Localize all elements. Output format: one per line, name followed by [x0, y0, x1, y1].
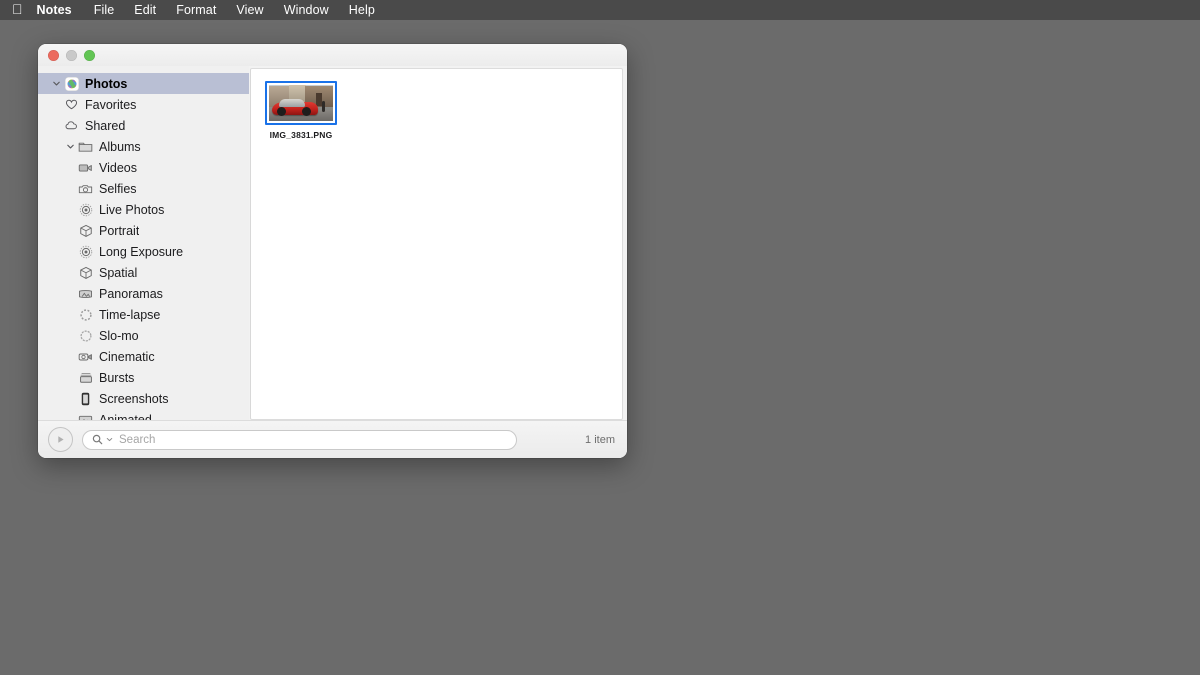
sidebar[interactable]: Photos Favorites Shared Albums Videos Se…	[38, 66, 249, 420]
cube-icon	[77, 224, 94, 238]
sidebar-item-label: Portrait	[99, 223, 140, 238]
sidebar-item-photos[interactable]: Photos	[38, 73, 249, 94]
menu-item-window[interactable]: Window	[284, 3, 329, 17]
chevron-down-icon[interactable]	[63, 142, 77, 151]
photos-picker-window: Photos Favorites Shared Albums Videos Se…	[38, 44, 627, 458]
window-titlebar[interactable]	[38, 44, 627, 66]
chevron-down-icon[interactable]	[49, 79, 63, 88]
sidebar-item-albums[interactable]: Albums	[38, 136, 249, 157]
timelapse-icon	[77, 308, 94, 322]
video-camera-icon	[77, 162, 94, 174]
sidebar-item-label: Animated	[99, 412, 152, 421]
sidebar-item-long-exposure[interactable]: Long Exposure	[38, 241, 249, 262]
apple-logo-icon[interactable]: 	[12, 2, 23, 16]
folder-icon	[77, 141, 94, 153]
window-body: Photos Favorites Shared Albums Videos Se…	[38, 66, 627, 420]
animated-icon	[77, 414, 94, 420]
search-input[interactable]: Search	[82, 429, 517, 450]
menu-bar:  Notes File Edit Format View Window Hel…	[0, 0, 1200, 20]
maximize-button[interactable]	[84, 49, 95, 61]
sidebar-item-spatial[interactable]: Spatial	[38, 262, 249, 283]
play-button-icon[interactable]	[48, 427, 73, 452]
menu-item-format[interactable]: Format	[176, 3, 216, 17]
menu-item-view[interactable]: View	[236, 3, 263, 17]
sidebar-item-favorites[interactable]: Favorites	[38, 94, 249, 115]
sidebar-item-panoramas[interactable]: Panoramas	[38, 283, 249, 304]
search-placeholder: Search	[119, 433, 156, 446]
sidebar-item-label: Bursts	[99, 370, 135, 385]
sidebar-item-label: Screenshots	[99, 391, 169, 406]
photos-app-icon	[63, 76, 80, 91]
panorama-icon	[77, 288, 94, 300]
sidebar-item-portrait[interactable]: Portrait	[38, 220, 249, 241]
cinematic-icon	[77, 351, 94, 363]
file-name-label: IMG_3831.PNG	[269, 130, 333, 140]
chevron-down-icon[interactable]	[106, 436, 113, 443]
menu-item-edit[interactable]: Edit	[134, 3, 156, 17]
sidebar-item-shared[interactable]: Shared	[38, 115, 249, 136]
cube-icon	[77, 266, 94, 280]
file-item[interactable]: IMG_3831.PNG	[259, 81, 343, 140]
menu-item-help[interactable]: Help	[349, 3, 375, 17]
sidebar-item-label: Videos	[99, 160, 137, 175]
file-thumbnail-selected[interactable]	[265, 81, 337, 125]
sidebar-item-label: Slo-mo	[99, 328, 139, 343]
sidebar-item-live-photos[interactable]: Live Photos	[38, 199, 249, 220]
search-magnifier-icon	[92, 434, 103, 445]
sidebar-item-label: Albums	[99, 139, 141, 154]
sidebar-item-label: Cinematic	[99, 349, 155, 364]
live-photo-icon	[77, 203, 94, 217]
menu-item-notes[interactable]: Notes	[37, 3, 72, 17]
menu-item-file[interactable]: File	[94, 3, 115, 17]
photo-thumbnail-image	[269, 85, 333, 121]
sidebar-item-time-lapse[interactable]: Time-lapse	[38, 304, 249, 325]
minimize-button[interactable]	[66, 49, 77, 61]
sidebar-item-label: Long Exposure	[99, 244, 184, 259]
bursts-icon	[77, 371, 94, 384]
sidebar-item-label: Panoramas	[99, 286, 163, 301]
sidebar-item-animated[interactable]: Animated	[38, 409, 249, 420]
sidebar-item-cinematic[interactable]: Cinematic	[38, 346, 249, 367]
sidebar-item-videos[interactable]: Videos	[38, 157, 249, 178]
icon-grid: IMG_3831.PNG	[251, 69, 622, 140]
close-button[interactable]	[48, 49, 59, 61]
sidebar-item-label: Shared	[85, 118, 126, 133]
live-photo-icon	[77, 245, 94, 259]
screenshot-icon	[77, 392, 94, 406]
heart-icon	[63, 98, 80, 111]
file-browser-content[interactable]: IMG_3831.PNG	[250, 68, 623, 420]
sidebar-item-selfies[interactable]: Selfies	[38, 178, 249, 199]
sidebar-item-label: Time-lapse	[99, 307, 161, 322]
camera-icon	[77, 183, 94, 195]
sidebar-item-label: Selfies	[99, 181, 137, 196]
sidebar-item-bursts[interactable]: Bursts	[38, 367, 249, 388]
sidebar-item-slo-mo[interactable]: Slo-mo	[38, 325, 249, 346]
sidebar-item-label: Live Photos	[99, 202, 165, 217]
sidebar-item-screenshots[interactable]: Screenshots	[38, 388, 249, 409]
sidebar-item-label: Spatial	[99, 265, 138, 280]
cloud-icon	[63, 119, 80, 132]
sidebar-item-label: Favorites	[85, 97, 137, 112]
slomo-icon	[77, 329, 94, 343]
bottom-toolbar: Search 1 item	[38, 420, 627, 458]
sidebar-item-label: Photos	[85, 76, 128, 91]
item-count-label: 1 item	[585, 433, 615, 446]
